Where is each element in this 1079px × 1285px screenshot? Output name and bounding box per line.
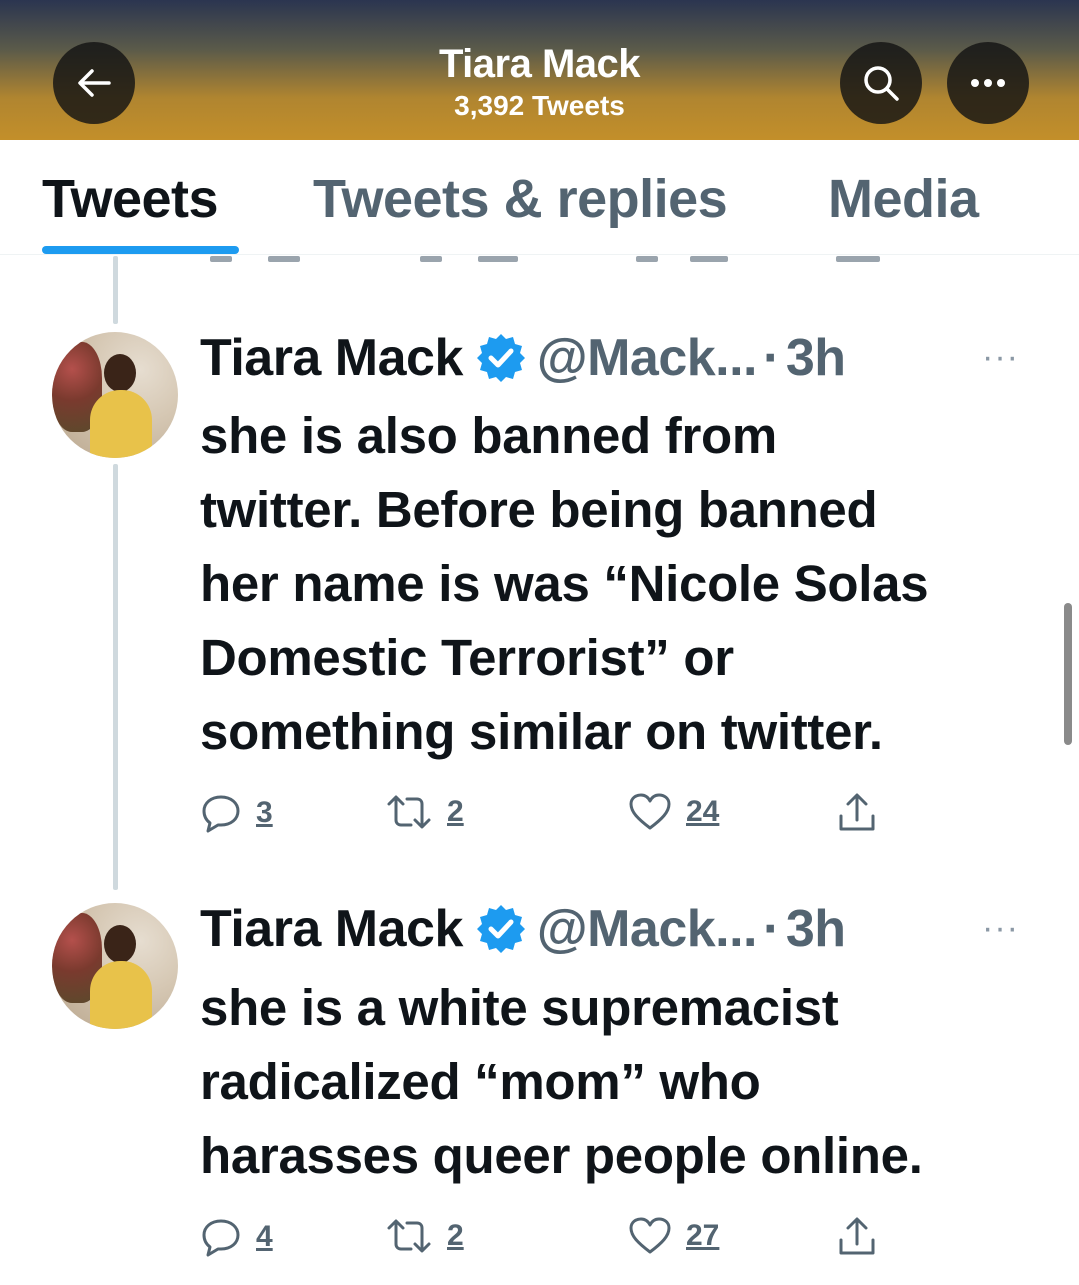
- like-button[interactable]: 27: [628, 1216, 719, 1256]
- search-icon: [864, 66, 899, 101]
- tweet-actions: 3 2 24: [200, 792, 900, 842]
- profile-tabs: Tweets Tweets & replies Media: [0, 140, 1079, 255]
- share-button[interactable]: [836, 1216, 878, 1258]
- author-name[interactable]: Tiara Mack: [200, 899, 463, 959]
- partial-action-stub: [478, 256, 518, 262]
- tweet-text-line: harasses queer people online.: [200, 1127, 923, 1184]
- tweet-text-line: she is also banned from: [200, 407, 777, 464]
- more-options-button[interactable]: [947, 42, 1029, 124]
- tweet-more-button[interactable]: ···: [982, 338, 1019, 377]
- partial-action-stub: [210, 256, 232, 262]
- scrollbar-thumb[interactable]: [1064, 603, 1072, 745]
- tab-tweets-and-replies[interactable]: Tweets & replies: [313, 168, 728, 230]
- active-tab-indicator: [42, 246, 239, 254]
- verified-badge-icon: [476, 334, 525, 382]
- tweet-timestamp[interactable]: 3h: [786, 899, 846, 959]
- partial-action-stub: [268, 256, 300, 262]
- tweet-text-line: her name is was “Nicole Solas: [200, 555, 929, 612]
- like-button[interactable]: 24: [628, 792, 719, 832]
- author-handle[interactable]: @Mack...: [537, 899, 758, 959]
- tweet-text-line: something similar on twitter.: [200, 703, 883, 760]
- share-button[interactable]: [836, 792, 878, 834]
- search-button[interactable]: [840, 42, 922, 124]
- tweet-header: Tiara Mack @Mack... · 3h: [200, 899, 846, 959]
- avatar[interactable]: [52, 903, 178, 1029]
- partial-action-stub: [636, 256, 658, 262]
- retweet-count: 2: [447, 795, 464, 828]
- tweet-text-line: Domestic Terrorist” or: [200, 629, 734, 686]
- separator-dot: ·: [763, 329, 780, 387]
- author-name[interactable]: Tiara Mack: [200, 328, 463, 388]
- reply-icon: [202, 795, 240, 833]
- retweet-count: 2: [447, 1219, 464, 1252]
- thread-connector: [113, 256, 118, 324]
- retweet-button[interactable]: 2: [385, 1216, 464, 1256]
- tab-tweets[interactable]: Tweets: [42, 168, 219, 230]
- separator-dot: ·: [763, 900, 780, 958]
- tab-media[interactable]: Media: [828, 168, 979, 230]
- thread-connector: [113, 464, 118, 890]
- more-horizontal-icon: [971, 79, 1005, 87]
- tweet-text: she is a white supremacist radicalized “…: [200, 971, 1040, 1193]
- reply-count: 3: [256, 796, 273, 829]
- like-count: 27: [686, 1219, 720, 1252]
- tweet-text-line: radicalized “mom” who: [200, 1053, 761, 1110]
- like-count: 24: [686, 795, 720, 828]
- retweet-button[interactable]: 2: [385, 792, 464, 832]
- share-icon: [839, 793, 875, 831]
- tweet-actions: 4 2 27: [200, 1216, 900, 1266]
- tweet-text-line: she is a white supremacist: [200, 979, 839, 1036]
- tweet-text: she is also banned from twitter. Before …: [200, 399, 1040, 769]
- reply-count: 4: [256, 1220, 273, 1253]
- tweet-more-button[interactable]: ···: [982, 909, 1019, 948]
- retweet-icon: [387, 795, 431, 829]
- heart-icon: [629, 1217, 671, 1254]
- avatar[interactable]: [52, 332, 178, 458]
- heart-icon: [629, 793, 671, 830]
- share-icon: [839, 1217, 875, 1255]
- reply-icon: [202, 1219, 240, 1257]
- verified-badge-icon: [476, 905, 525, 953]
- author-handle[interactable]: @Mack...: [537, 328, 758, 388]
- reply-button[interactable]: 3: [200, 792, 273, 834]
- tweet-text-line: twitter. Before being banned: [200, 481, 878, 538]
- tweet-timestamp[interactable]: 3h: [786, 328, 846, 388]
- tweet-header: Tiara Mack @Mack... · 3h: [200, 328, 846, 388]
- partial-action-stub: [690, 256, 728, 262]
- profile-header: Tiara Mack 3,392 Tweets: [0, 0, 1079, 140]
- retweet-icon: [387, 1219, 431, 1253]
- partial-action-stub: [836, 256, 880, 262]
- reply-button[interactable]: 4: [200, 1216, 273, 1258]
- partial-action-stub: [420, 256, 442, 262]
